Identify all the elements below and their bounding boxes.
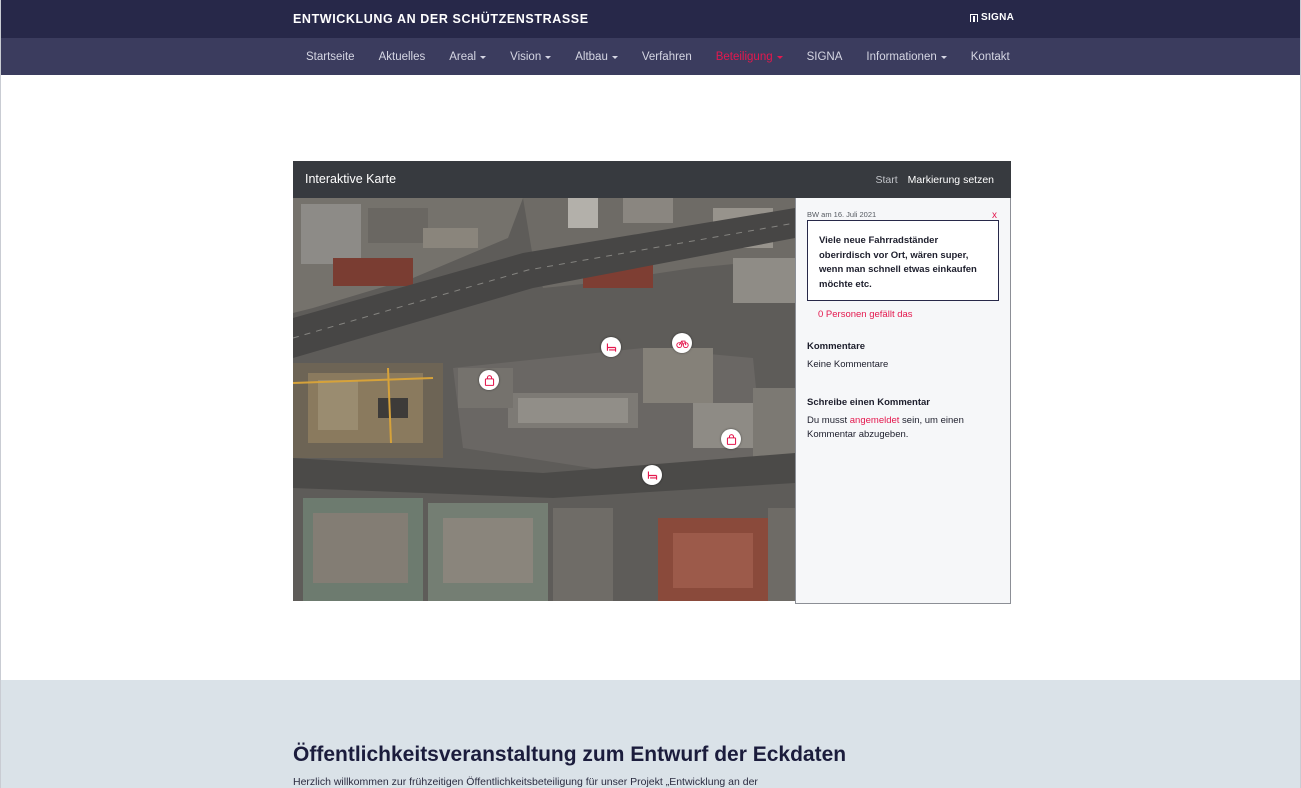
nav-label: Informationen — [866, 50, 937, 63]
login-prefix: Du musst — [807, 415, 850, 426]
comment-meta: BW am 16. Juli 2021 — [807, 210, 877, 219]
bench-icon — [647, 470, 657, 480]
nav-item-aktuelles[interactable]: Aktuelles — [379, 51, 426, 63]
bicycle-icon — [675, 340, 689, 348]
map-pin-bench[interactable] — [642, 465, 662, 485]
caret-down-icon — [611, 55, 618, 59]
bench-icon — [606, 342, 616, 352]
aerial-map[interactable] — [293, 198, 795, 601]
map-pin-shopping[interactable] — [721, 429, 741, 449]
caret-down-icon — [545, 55, 552, 59]
map-title: Interaktive Karte — [305, 172, 397, 186]
nav-item-informationen[interactable]: Informationen — [866, 50, 947, 63]
nav-item-beteiligung[interactable]: Beteiligung — [716, 51, 783, 63]
login-link[interactable]: angemeldet — [850, 415, 900, 426]
nav-label: Aktuelles — [378, 50, 426, 63]
caret-down-icon — [776, 55, 783, 59]
brand-name: SIGNA — [981, 12, 1015, 23]
shopping-bag-icon — [484, 374, 494, 386]
map-header: Interaktive Karte Start Markierung setze… — [293, 161, 1011, 198]
nav-item-areal[interactable]: Areal — [449, 50, 487, 63]
set-marker-link[interactable]: Markierung setzen — [908, 174, 994, 186]
map-pin-shopping[interactable] — [479, 370, 499, 390]
marker-comment: Viele neue Fahrradständer oberirdisch vo… — [807, 220, 999, 301]
map-pin-bicycle[interactable] — [672, 333, 692, 353]
nav-item-verfahren[interactable]: Verfahren — [642, 51, 692, 63]
aerial-photo — [293, 198, 795, 601]
nav-label: Startseite — [306, 50, 355, 63]
nav-label: SIGNA — [806, 50, 843, 63]
nav-label: Beteiligung — [715, 50, 773, 63]
nav-item-kontakt[interactable]: Kontakt — [971, 51, 1010, 63]
interactive-map-widget: Interaktive Karte Start Markierung setze… — [293, 161, 1011, 604]
nav-list: Startseite Aktuelles Areal Vision Altbau… — [306, 38, 1034, 75]
event-section: Öffentlichkeitsveranstaltung zum Entwurf… — [1, 680, 1300, 788]
nav-label: Vision — [510, 50, 542, 63]
shopping-bag-icon — [726, 433, 736, 445]
nav-label: Verfahren — [641, 50, 692, 63]
map-start-link[interactable]: Start — [875, 174, 897, 186]
nav-label: Altbau — [575, 50, 608, 63]
like-link[interactable]: 0 Personen gefällt das — [818, 309, 913, 320]
brand-logo[interactable]: SIGNA — [970, 12, 1014, 23]
no-comments-text: Keine Kommentare — [807, 359, 889, 370]
nav-label: Kontakt — [970, 50, 1010, 63]
map-pin-bench[interactable] — [601, 337, 621, 357]
comments-heading: Kommentare — [807, 341, 866, 352]
signa-logo-icon — [970, 13, 978, 22]
nav-item-signa[interactable]: SIGNA — [807, 51, 843, 63]
site-header: ENTWICKLUNG AN DER SCHÜTZENSTRASSE SIGNA — [1, 0, 1300, 38]
nav-label: Areal — [449, 50, 477, 63]
section-intro: Herzlich willkommen zur frühzeitigen Öff… — [293, 776, 758, 788]
site-title[interactable]: ENTWICKLUNG AN DER SCHÜTZENSTRASSE — [293, 12, 589, 26]
caret-down-icon — [940, 55, 947, 59]
caret-down-icon — [480, 55, 487, 59]
write-comment-heading: Schreibe einen Kommentar — [807, 397, 931, 408]
nav-item-vision[interactable]: Vision — [510, 50, 552, 63]
section-title: Öffentlichkeitsveranstaltung zum Entwurf… — [293, 743, 847, 766]
page: ENTWICKLUNG AN DER SCHÜTZENSTRASSE SIGNA… — [0, 0, 1301, 788]
map-actions: Start Markierung setzen — [875, 174, 994, 186]
main-nav: Startseite Aktuelles Areal Vision Altbau… — [1, 38, 1300, 75]
nav-item-startseite[interactable]: Startseite — [306, 51, 355, 63]
login-notice: Du musst angemeldet sein, um einen Komme… — [807, 414, 997, 442]
marker-detail-panel: BW am 16. Juli 2021 x Viele neue Fahrrad… — [795, 198, 1011, 604]
nav-item-altbau[interactable]: Altbau — [575, 51, 618, 63]
